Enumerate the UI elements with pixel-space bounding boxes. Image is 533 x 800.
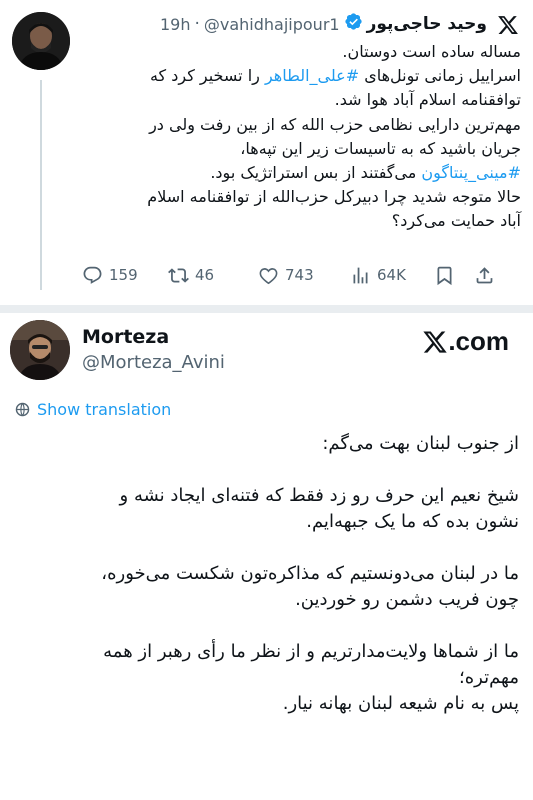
hashtag-link[interactable]: #علی_الطاهر	[265, 66, 359, 85]
text-segment: اسراییل زمانی تونل‌های	[359, 66, 521, 86]
views-count: 64K	[377, 266, 406, 284]
tweet-text-line: از جنوب لبنان بهت می‌گم:	[322, 433, 519, 454]
verified-badge-icon	[344, 12, 363, 36]
reply-button[interactable]: 159	[82, 265, 168, 286]
x-com-watermark: .com	[422, 326, 509, 357]
quoted-text-line: اسراییل زمانی تونل‌های #علی_الطاهر را تس…	[78, 64, 521, 88]
tweet-text-line: پس به نام شیعه لبنان بهانه نیار.	[282, 693, 519, 714]
text-segment: حالا متوجه شدید چرا دبیرکل حزب‌الله از ت…	[147, 187, 521, 207]
time-separator: ·	[194, 14, 200, 34]
tweet-paragraph: از جنوب لبنان بهت می‌گم:	[14, 431, 519, 457]
quoted-text-line: مهم‌ترین دارایی نظامی حزب الله که از بین…	[78, 113, 521, 137]
like-icon	[259, 267, 278, 284]
repost-count: 46	[195, 266, 215, 284]
repost-button[interactable]: 46	[168, 265, 258, 286]
text-segment: آباد حمایت می‌کرد؟	[391, 211, 521, 231]
quoted-text-line: توافقنامه اسلام آباد هوا شد.	[78, 88, 521, 112]
tweet-text-line: شیخ نعیم این حرف رو زد فقط که فتنه‌ای ای…	[119, 485, 519, 506]
tweet-text-line: مهم‌تره؛	[458, 667, 519, 688]
x-logo-icon	[423, 330, 448, 353]
text-segment: را تسخیر کرد که	[149, 66, 265, 86]
author-name[interactable]: Morteza	[82, 326, 169, 348]
like-button[interactable]: 743	[258, 265, 350, 286]
tweet-text-line: ما در لبنان می‌دونستیم که مذاکره‌تون شکس…	[101, 563, 519, 584]
quoted-text-line: حالا متوجه شدید چرا دبیرکل حزب‌الله از ت…	[78, 185, 521, 209]
tweet-text: از جنوب لبنان بهت می‌گم: شیخ نعیم این حرف…	[14, 431, 519, 717]
tweet-paragraph: شیخ نعیم این حرف رو زد فقط که فتنه‌ای ای…	[14, 483, 519, 535]
text-segment: مهم‌ترین دارایی نظامی حزب الله که از بین…	[149, 114, 521, 134]
text-segment: می‌گفتند از بس استراتژیک بود.	[210, 163, 422, 183]
tweet-text-line: نشون بده که ما یک جبهه‌ایم.	[306, 511, 519, 532]
quoted-author-avatar[interactable]	[12, 12, 70, 70]
tweet-paragraph: ما در لبنان می‌دونستیم که مذاکره‌تون شکس…	[14, 561, 519, 613]
show-translation-label: Show translation	[37, 400, 172, 419]
share-button[interactable]	[474, 265, 498, 286]
quoted-tweet-actions: 159 46 743 64K	[82, 260, 521, 290]
quoted-tweet-time[interactable]: 19h	[160, 15, 191, 34]
author-avatar[interactable]	[10, 320, 70, 380]
translate-icon	[15, 402, 30, 417]
tweet-separator	[0, 305, 533, 313]
author-handle[interactable]: @Morteza_Avini	[82, 352, 225, 373]
text-segment: توافقنامه اسلام آباد هوا شد.	[334, 90, 521, 110]
quoted-text-line: مساله ساده است دوستان.	[78, 40, 521, 64]
quoted-tweet-text: مساله ساده است دوستان. اسراییل زمانی تونل…	[78, 40, 521, 234]
hashtag-link[interactable]: #مینی_پنتاگون	[421, 163, 521, 182]
views-button[interactable]: 64K	[350, 265, 434, 286]
repost-icon	[168, 267, 189, 283]
text-segment: مساله ساده است دوستان.	[342, 42, 521, 61]
reply-count: 159	[109, 266, 138, 284]
x-com-label: .com	[448, 326, 509, 356]
share-icon	[476, 266, 493, 283]
quoted-text-line: #مینی_پنتاگون می‌گفتند از بس استراتژیک ب…	[78, 161, 521, 185]
reply-icon	[83, 266, 102, 284]
quoted-author-name[interactable]: وحید حاجی‌پور	[367, 14, 487, 34]
x-logo-icon	[497, 14, 519, 36]
quoted-tweet[interactable]: وحید حاجی‌پور @vahidhajipour1 · 19h مسال…	[0, 0, 533, 305]
show-translation-link[interactable]: Show translation	[14, 400, 171, 419]
quoted-tweet-header: وحید حاجی‌پور @vahidhajipour1 · 19h	[80, 12, 487, 36]
like-count: 743	[285, 266, 314, 284]
bookmark-icon	[437, 266, 452, 285]
quoted-text-line: آباد حمایت می‌کرد؟	[78, 209, 521, 233]
views-icon	[353, 267, 368, 283]
tweet-text-line: ما از شماها ولایت‌مدارتریم و از نظر ما ر…	[103, 641, 519, 662]
bookmark-button[interactable]	[434, 265, 474, 286]
tweet-text-line: چون فریب دشمن رو خوردین.	[295, 589, 519, 610]
tweet-paragraph: ما از شماها ولایت‌مدارتریم و از نظر ما ر…	[14, 639, 519, 717]
text-segment: جریان باشید که به تاسیسات زیر این تپه‌ها…	[240, 138, 521, 158]
quoted-author-handle[interactable]: @vahidhajipour1	[204, 15, 340, 34]
thread-line	[40, 80, 42, 290]
quoted-text-line: جریان باشید که به تاسیسات زیر این تپه‌ها…	[78, 137, 521, 161]
